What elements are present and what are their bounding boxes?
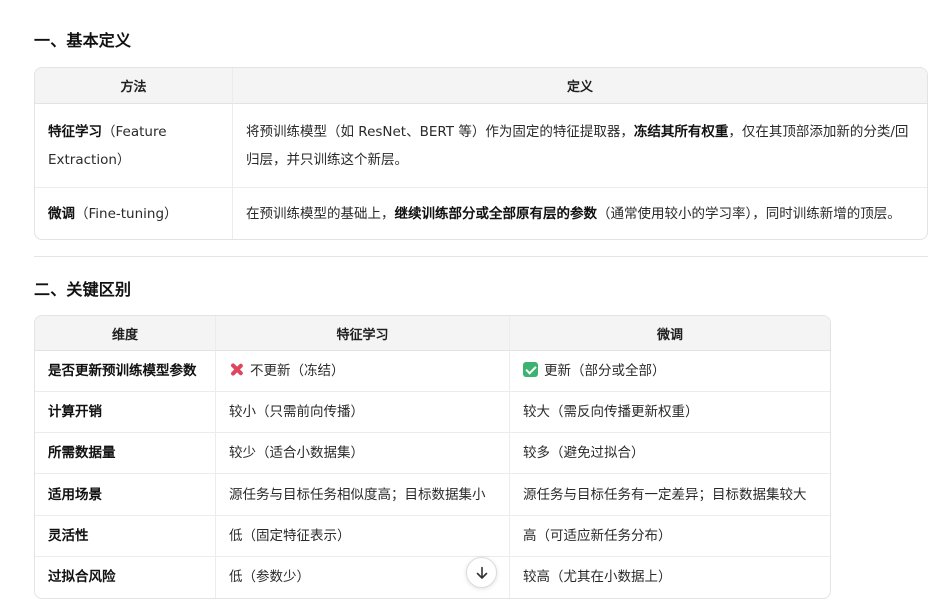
- definition-text: （通常使用较小的学习率），同时训练新增的顶层。: [597, 205, 901, 222]
- definition-table: 方法 定义 特征学习（Feature Extraction） 将预训练模型（如 …: [34, 67, 928, 240]
- comparison-table: 维度 特征学习 微调 是否更新预训练模型参数 不更新（冻结） 更新（部分或全部）…: [34, 315, 831, 599]
- definition-text: 在预训练模型的基础上，: [246, 205, 395, 222]
- section-heading-key-differences: 二、关键区别: [34, 280, 132, 299]
- section-divider: [34, 256, 928, 257]
- definition-emphasis: 继续训练部分或全部原有层的参数: [394, 205, 598, 222]
- feature-extraction-cell: 不更新（冻结）: [215, 351, 509, 393]
- column-header-dimension: 维度: [35, 316, 215, 351]
- dimension-cell: 灵活性: [35, 516, 215, 557]
- method-english: （Fine-tuning）: [75, 205, 178, 222]
- fine-tuning-cell: 较大（需反向传播更新权重）: [509, 392, 830, 434]
- feature-extraction-cell: 低（固定特征表示）: [215, 515, 509, 557]
- dimension-cell: 过拟合风险: [48, 569, 116, 586]
- scroll-to-bottom-button[interactable]: [466, 557, 497, 588]
- definition-emphasis: 冻结其所有权重: [633, 123, 729, 140]
- dimension-cell: 计算开销: [35, 392, 215, 434]
- feature-extraction-cell: 低（参数少）: [215, 556, 509, 598]
- table-row: 计算开销 较小（只需前向传播） 较大（需反向传播更新权重）: [35, 392, 830, 434]
- column-header-method: 方法: [35, 68, 232, 104]
- table-row: 微调（Fine-tuning） 在预训练模型的基础上，继续训练部分或全部原有层的…: [35, 188, 927, 239]
- fine-tuning-cell: 源任务与目标任务有一定差异；目标数据集较大: [509, 474, 830, 516]
- dimension-cell: 所需数据量: [35, 433, 215, 475]
- method-cell: 微调（Fine-tuning）: [35, 188, 232, 239]
- table-row: 是否更新预训练模型参数 不更新（冻结） 更新（部分或全部）: [35, 351, 830, 393]
- column-header-definition: 定义: [232, 68, 927, 104]
- fine-tuning-cell: 更新（部分或全部）: [509, 351, 830, 393]
- table-row: 灵活性 低（固定特征表示） 高（可适应新任务分布）: [35, 515, 830, 557]
- fine-tuning-cell: 高（可适应新任务分布）: [509, 515, 830, 557]
- column-header-feature-extraction: 特征学习: [215, 316, 509, 351]
- cell-text: 更新（部分或全部）: [544, 363, 666, 380]
- cross-mark-icon: [229, 362, 244, 377]
- method-name: 特征学习: [48, 123, 102, 140]
- table-row: 所需数据量 较少（适合小数据集） 较多（避免过拟合）: [35, 433, 830, 475]
- check-mark-icon: [523, 362, 538, 378]
- dimension-cell: 是否更新预训练模型参数: [35, 351, 215, 393]
- section-heading-basic-definition: 一、基本定义: [34, 31, 132, 50]
- column-header-fine-tuning: 微调: [509, 316, 830, 351]
- feature-extraction-cell: 较小（只需前向传播）: [215, 392, 509, 434]
- feature-extraction-cell: 较少（适合小数据集）: [215, 433, 509, 475]
- table-row: 适用场景 源任务与目标任务相似度高；目标数据集小 源任务与目标任务有一定差异；目…: [35, 474, 830, 516]
- table-row: 过拟合风险 低（参数少） 较高（尤其在小数据上）: [35, 556, 830, 598]
- definition-cell: 在预训练模型的基础上，继续训练部分或全部原有层的参数（通常使用较小的学习率），同…: [232, 188, 927, 239]
- table-header-row: 维度 特征学习 微调: [35, 316, 830, 351]
- arrow-down-icon: [476, 566, 487, 579]
- table-header-row: 方法 定义: [35, 68, 927, 104]
- method-name: 微调: [48, 205, 75, 222]
- fine-tuning-cell: 较高（尤其在小数据上）: [509, 556, 830, 598]
- definition-text: 将预训练模型（如 ResNet、BERT 等）作为固定的特征提取器，: [246, 123, 634, 140]
- feature-extraction-cell: 源任务与目标任务相似度高；目标数据集小: [215, 474, 509, 516]
- dimension-cell: 适用场景: [35, 474, 215, 516]
- table-row: 特征学习（Feature Extraction） 将预训练模型（如 ResNet…: [35, 104, 927, 189]
- method-cell: 特征学习（Feature Extraction）: [35, 104, 232, 189]
- fine-tuning-cell: 较多（避免过拟合）: [509, 433, 830, 475]
- definition-cell: 将预训练模型（如 ResNet、BERT 等）作为固定的特征提取器，冻结其所有权…: [232, 104, 927, 189]
- cell-text: 不更新（冻结）: [250, 363, 345, 380]
